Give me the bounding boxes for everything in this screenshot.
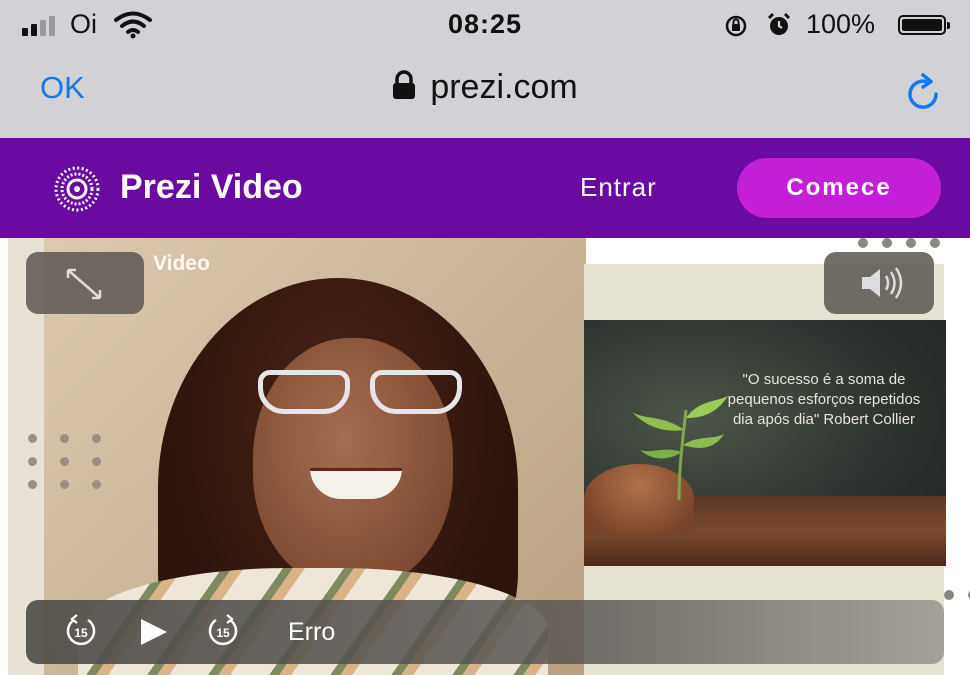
lock-icon <box>392 70 416 109</box>
decorative-dots <box>28 434 106 489</box>
url-text: prezi.com <box>430 68 578 106</box>
quote-text: "O sucesso é a soma de pequenos esforços… <box>727 371 921 428</box>
volume-button[interactable] <box>824 252 934 314</box>
alarm-icon <box>766 12 792 43</box>
video-overlay-label: Video <box>153 252 210 275</box>
rotation-lock-icon <box>724 14 748 43</box>
play-icon[interactable] <box>138 616 170 653</box>
video-player[interactable]: Video "O sucesso é a soma de pequenos es… <box>0 238 970 675</box>
rewind-seconds: 15 <box>74 626 88 640</box>
playback-status: Erro <box>288 618 336 646</box>
battery-percentage: 100% <box>806 9 876 39</box>
volume-icon <box>862 267 903 299</box>
playback-controls: 15 15 Erro <box>26 600 944 664</box>
forward-15-icon[interactable]: 15 <box>206 614 240 653</box>
site-header: Prezi Video Entrar Comece <box>0 138 970 238</box>
login-link[interactable]: Entrar <box>580 172 657 203</box>
rewind-15-icon[interactable]: 15 <box>64 614 98 653</box>
plant-photo: "O sucesso é a soma de pequenos esforços… <box>584 320 946 566</box>
start-button[interactable]: Comece <box>737 158 941 218</box>
browser-bar: OK prezi.com <box>0 50 970 138</box>
expand-icon <box>66 268 102 300</box>
reload-icon[interactable] <box>904 72 944 119</box>
prezi-logo-icon[interactable] <box>46 166 108 217</box>
brand-name[interactable]: Prezi Video <box>120 168 303 207</box>
status-bar: Oi 08:25 100% <box>0 0 970 50</box>
battery-icon <box>898 15 950 35</box>
expand-button[interactable] <box>26 252 144 314</box>
decorative-dots <box>858 238 940 248</box>
address-bar[interactable]: prezi.com <box>0 68 970 109</box>
forward-seconds: 15 <box>216 626 230 640</box>
